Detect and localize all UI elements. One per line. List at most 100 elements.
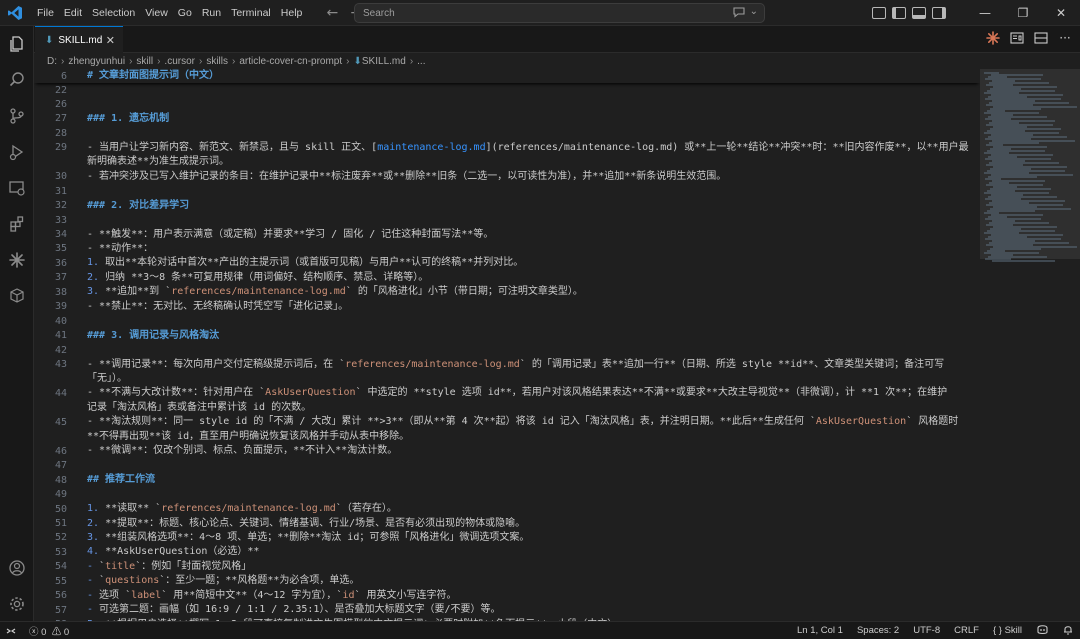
line-number: 40	[54, 315, 67, 327]
line-content: 4. **AskUserQuestion（必选）**	[87, 545, 259, 559]
menu-terminal[interactable]: Terminal	[226, 0, 276, 26]
code-token: references/maintenance-log.md	[161, 503, 336, 515]
cursor-position[interactable]: Ln 1, Col 1	[790, 625, 850, 636]
customize-layout-icon[interactable]	[872, 7, 886, 19]
code-token: **AskUserQuestion（必选）**	[105, 546, 260, 558]
open-preview-icon[interactable]	[1010, 31, 1024, 45]
code-line: 36 1. 取出**本轮对话中首次**产出的主提示词（或首版可见稿）与用户**认…	[34, 256, 523, 270]
explorer-icon[interactable]	[0, 28, 34, 60]
code-line: 39 - **禁止**：无对比、无终稿确认时凭空写「进化记录」。	[34, 300, 348, 314]
package-box-icon[interactable]	[0, 280, 34, 312]
code-line: 49	[34, 488, 67, 502]
line-number: 31	[54, 185, 67, 197]
back-arrow-icon[interactable]: ←	[323, 5, 341, 21]
code-token: **读取** `	[105, 503, 162, 515]
warning-count: 0	[63, 626, 70, 638]
toggle-primary-sidebar-icon[interactable]	[892, 7, 906, 19]
copilot-status-icon[interactable]	[1029, 624, 1056, 638]
breadcrumb-item[interactable]: skill	[136, 56, 153, 67]
tab-skill-md[interactable]: ⬇ SKILL.md ✕	[35, 26, 123, 53]
extensions-icon[interactable]	[0, 208, 34, 240]
line-number: 6	[60, 70, 67, 82]
code-line: 52 3. **组装风格选项**：4～8 项、单选；**删除**淘汰 id；可参照…	[34, 531, 529, 545]
menu-go[interactable]: Go	[173, 0, 197, 26]
sticky-scroll-header[interactable]: 6 # 文章封面图提示词（中文）	[34, 69, 980, 83]
code-token: - **调用记录**：每次向用户交付定稿级提示词后，在 `	[87, 358, 346, 370]
code-token: ](	[485, 141, 498, 153]
split-editor-icon[interactable]	[1034, 31, 1048, 45]
breadcrumb-separator-icon: ›	[61, 55, 65, 67]
line-number: 37	[54, 272, 67, 284]
breadcrumb-separator-icon: ›	[129, 55, 133, 67]
run-debug-icon[interactable]	[0, 136, 34, 168]
line-number: 47	[54, 460, 67, 472]
menu-view[interactable]: View	[140, 0, 173, 26]
indentation[interactable]: Spaces: 2	[850, 625, 906, 636]
line-content: ### 3. 调用记录与风格淘汰	[87, 329, 219, 343]
breadcrumb-item[interactable]: ...	[417, 56, 425, 67]
sticky-heading: # 文章封面图提示词（中文）	[87, 70, 220, 81]
encoding[interactable]: UTF-8	[906, 625, 947, 636]
code-token: -	[87, 560, 100, 572]
code-token: ` 的「风格进化」小节（带日期；可注明文章类型）。	[345, 286, 583, 298]
code-line: 55 - `questions`：至少一题；**风格题**为必含项，单选。	[34, 574, 359, 588]
menu-edit[interactable]: Edit	[59, 0, 87, 26]
search-icon[interactable]	[0, 64, 34, 96]
menu-selection[interactable]: Selection	[87, 0, 140, 26]
breadcrumb-item[interactable]: .cursor	[164, 56, 195, 67]
menu-run[interactable]: Run	[197, 0, 226, 26]
line-number: 30	[54, 171, 67, 183]
manage-gear-icon[interactable]	[0, 588, 34, 620]
chevron-down-icon[interactable]: ⌄	[750, 6, 758, 21]
menu-file[interactable]: File	[32, 0, 59, 26]
line-number: 54	[54, 561, 67, 573]
line-content: ### 2. 对比差异学习	[87, 199, 189, 213]
code-token: 2.	[87, 271, 106, 283]
line-number: 50	[54, 503, 67, 515]
line-content: - **不满与大改计数**：针对用户在 `AskUserQuestion` 中选…	[87, 386, 947, 400]
code-token: 2.	[87, 517, 106, 529]
close-tab-icon[interactable]: ✕	[106, 34, 115, 47]
notifications-bell-icon[interactable]	[1056, 624, 1080, 638]
breadcrumb-item[interactable]: skills	[206, 56, 228, 67]
code-token: 可选第二题：画幅（如 16:9 / 1:1 / 2.35:1）、是否叠加大标题文…	[99, 604, 501, 616]
code-token: 「无」）。	[87, 373, 127, 384]
command-center-search[interactable]: Search ⌄	[354, 3, 765, 23]
code-line: 26	[34, 97, 67, 111]
account-icon[interactable]	[0, 552, 34, 584]
code-line: 32 ### 2. 对比差异学习	[34, 199, 189, 213]
language-mode[interactable]: { } Skill	[986, 625, 1029, 636]
line-content: **不得再出现**该 id，直至用户明确说恢复该风格并手动从表中移除。	[87, 430, 409, 444]
remote-explorer-icon[interactable]	[0, 172, 34, 204]
code-line: 44 - **不满与大改计数**：针对用户在 `AskUserQuestion` …	[34, 386, 947, 400]
minimap[interactable]	[980, 69, 1080, 621]
close-window-icon[interactable]: ✕	[1042, 0, 1080, 26]
code-token: 取出**本轮对话中首次**产出的主提示词（或首版可见稿）与用户**认可的终稿**…	[105, 257, 524, 269]
restore-icon[interactable]: ❐	[1004, 0, 1042, 26]
end-of-line[interactable]: CRLF	[947, 625, 986, 636]
breadcrumb-item[interactable]: D:	[47, 56, 57, 67]
line-number: 33	[54, 214, 67, 226]
line-number: 39	[54, 301, 67, 313]
breadcrumb-item[interactable]: article-cover-cn-prompt	[239, 56, 342, 67]
remote-indicator-icon[interactable]	[0, 622, 22, 639]
more-actions-icon[interactable]: ···	[1058, 31, 1072, 45]
copilot-chat-icon[interactable]	[732, 6, 746, 21]
claude-sparkle-icon[interactable]	[0, 244, 34, 276]
line-content: - 可选第二题：画幅（如 16:9 / 1:1 / 2.35:1）、是否叠加大标…	[87, 603, 500, 617]
editor-area[interactable]: 6 # 文章封面图提示词（中文） 22 26 27 ### 1. 遗忘机制 28 29 - …	[34, 69, 980, 621]
breadcrumb-item[interactable]: SKILL.md	[362, 56, 406, 67]
menu-help[interactable]: Help	[276, 0, 308, 26]
source-control-icon[interactable]	[0, 100, 34, 132]
breadcrumb-separator-icon: ›	[409, 55, 414, 67]
line-number: 22	[54, 84, 67, 96]
toggle-secondary-sidebar-icon[interactable]	[932, 7, 946, 19]
code-line: 22	[34, 83, 67, 97]
line-number: 35	[54, 243, 67, 255]
toggle-panel-icon[interactable]	[912, 7, 926, 19]
line-content: 3. **追加**到 `references/maintenance-log.m…	[87, 285, 583, 299]
problems-indicator[interactable]: ⓧ 0 ⚠ 0	[22, 624, 76, 638]
breadcrumb-item[interactable]: zhengyunhui	[68, 56, 125, 67]
minimize-icon[interactable]: —	[966, 0, 1004, 26]
claude-action-icon[interactable]	[986, 31, 1000, 45]
